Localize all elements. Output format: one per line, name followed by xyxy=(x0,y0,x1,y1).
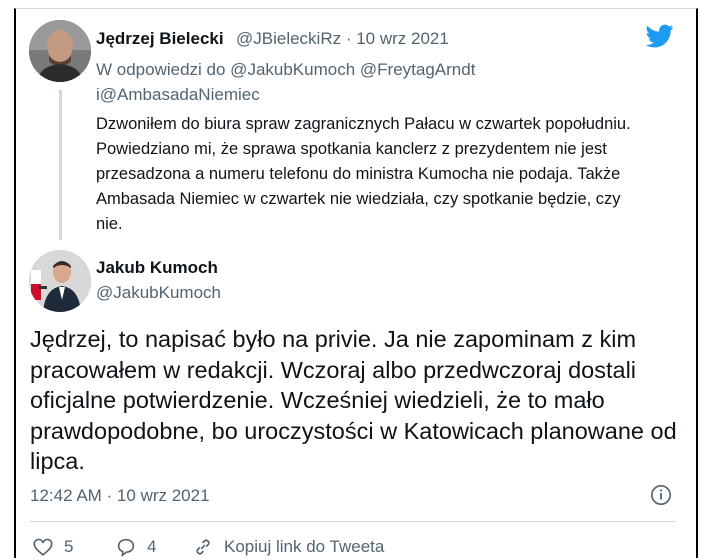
thread-connector-line xyxy=(59,90,62,240)
replying-to-line1[interactable]: W odpowiedzi do @JakubKumoch @FreytagArn… xyxy=(96,57,475,82)
tweet-timestamp[interactable]: 12:42 AM · 10 wrz 2021 xyxy=(30,486,210,506)
replying-to: W odpowiedzi do @JakubKumoch @FreytagArn… xyxy=(96,57,475,107)
reply-author-meta[interactable]: @JBieleckiRz · 10 wrz 2021 xyxy=(236,29,449,49)
reply-author-name[interactable]: Jędrzej Bielecki xyxy=(96,29,224,49)
actions-divider xyxy=(30,521,676,522)
main-author-name[interactable]: Jakub Kumoch xyxy=(96,258,218,278)
replying-to-line2[interactable]: i@AmbasadaNiemiec xyxy=(96,82,475,107)
avatar-jedrzej-bielecki[interactable] xyxy=(29,20,91,82)
copy-link-label: Kopiuj link do Tweeta xyxy=(224,537,385,556)
heart-icon xyxy=(33,538,53,556)
like-count: 5 xyxy=(64,537,74,556)
copy-link-action[interactable]: Kopiuj link do Tweeta xyxy=(192,536,384,558)
link-icon xyxy=(196,539,210,555)
like-action[interactable]: 5 xyxy=(32,536,73,558)
reply-bubble-icon xyxy=(117,538,135,558)
twitter-bird-icon[interactable] xyxy=(644,22,676,50)
reply-tweet-text: Dzwoniłem do biura spraw zagranicznych P… xyxy=(96,115,631,233)
info-icon[interactable] xyxy=(650,484,672,506)
main-author-handle[interactable]: @JakubKumoch xyxy=(96,283,221,303)
main-tweet-text: Jędrzej, to napisać było na privie. Ja n… xyxy=(30,326,677,474)
reply-action[interactable]: 4 xyxy=(115,536,156,558)
reply-count: 4 xyxy=(147,537,157,556)
avatar-jakub-kumoch[interactable] xyxy=(29,250,91,312)
